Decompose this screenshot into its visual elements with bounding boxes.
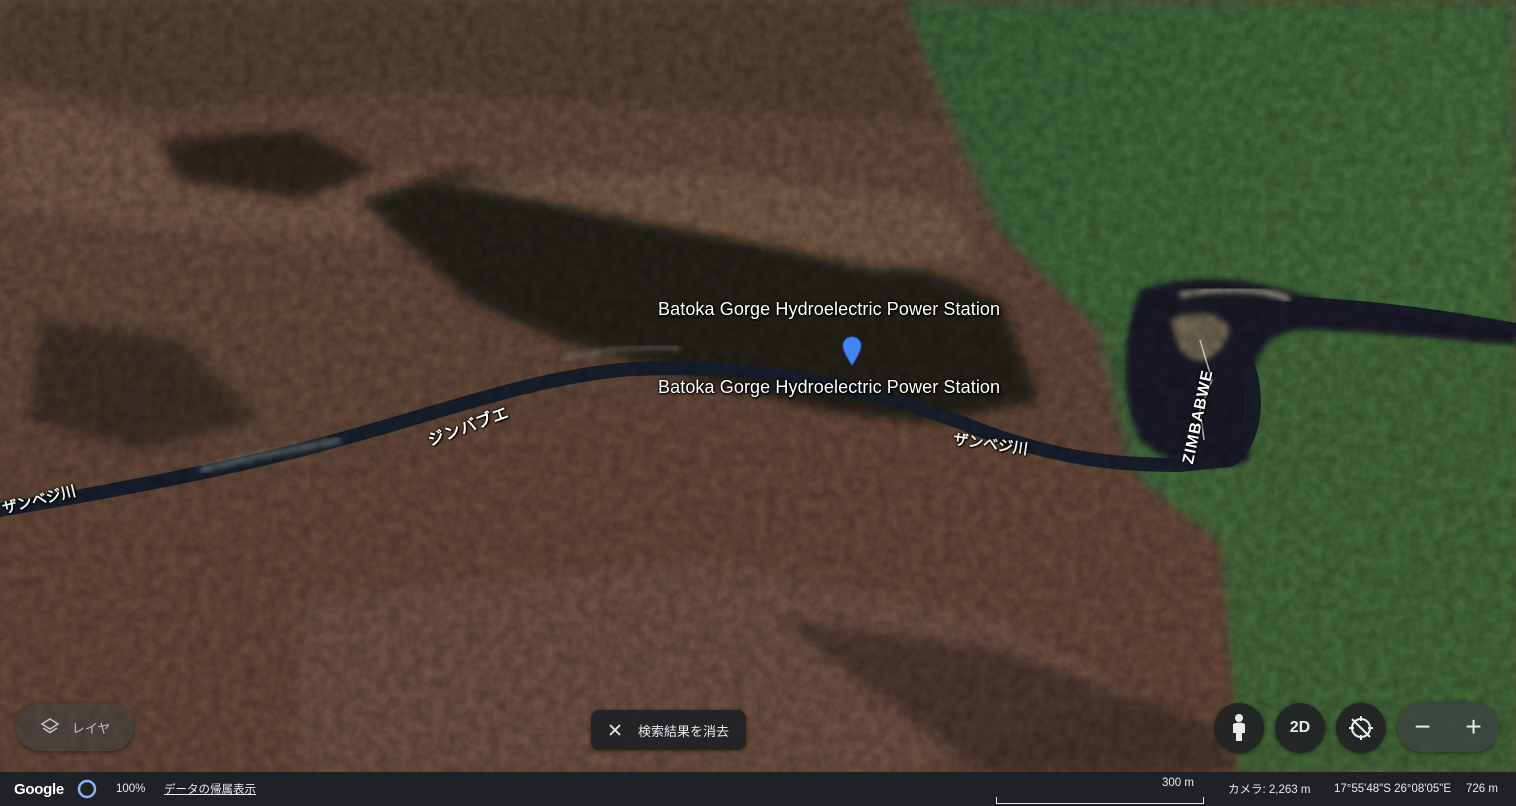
zoom-controls: − + bbox=[1397, 702, 1499, 752]
loading-indicator bbox=[76, 772, 98, 806]
camera-altitude: カメラ: 2,263 m bbox=[1228, 784, 1311, 796]
scale-label: 300 m bbox=[1162, 777, 1194, 789]
clear-search-button[interactable]: 検索結果を消去 bbox=[591, 710, 746, 750]
zoom-in-button[interactable]: + bbox=[1454, 713, 1494, 741]
clear-search-label: 検索結果を消去 bbox=[637, 723, 729, 739]
data-attribution-link[interactable]: データの帰属表示 bbox=[164, 772, 256, 806]
layers-icon bbox=[40, 718, 60, 734]
layers-button[interactable]: レイヤ bbox=[16, 703, 134, 751]
location-pin-icon[interactable] bbox=[842, 336, 862, 366]
loading-progress: 100% bbox=[116, 783, 146, 795]
loading-ring-icon bbox=[77, 779, 97, 799]
status-bar: Google 100% データの帰属表示 300 m カメラ: 2,263 m … bbox=[0, 772, 1516, 806]
street-view-button[interactable] bbox=[1214, 703, 1264, 753]
place-result-label[interactable]: Batoka Gorge Hydroelectric Power Station bbox=[658, 377, 1000, 398]
place-title-label[interactable]: Batoka Gorge Hydroelectric Power Station bbox=[658, 299, 1000, 320]
google-logo: Google bbox=[14, 780, 64, 798]
view-mode-label: 2D bbox=[1289, 719, 1311, 736]
compass-reset-icon bbox=[1349, 716, 1373, 740]
view-mode-2d-button[interactable]: 2D bbox=[1275, 703, 1325, 753]
zoom-out-button[interactable]: − bbox=[1403, 713, 1443, 741]
reset-orientation-button[interactable] bbox=[1336, 703, 1386, 753]
pegman-icon bbox=[1233, 714, 1245, 741]
cursor-elevation: 726 m bbox=[1466, 783, 1498, 795]
cursor-coordinates: 17°55'48"S 26°08'05"E bbox=[1334, 783, 1452, 795]
map-viewport[interactable]: Batoka Gorge Hydroelectric Power Station… bbox=[0, 0, 1516, 772]
layers-label: レイヤ bbox=[71, 720, 111, 736]
scale-bar bbox=[996, 797, 1204, 804]
close-icon bbox=[609, 724, 621, 736]
